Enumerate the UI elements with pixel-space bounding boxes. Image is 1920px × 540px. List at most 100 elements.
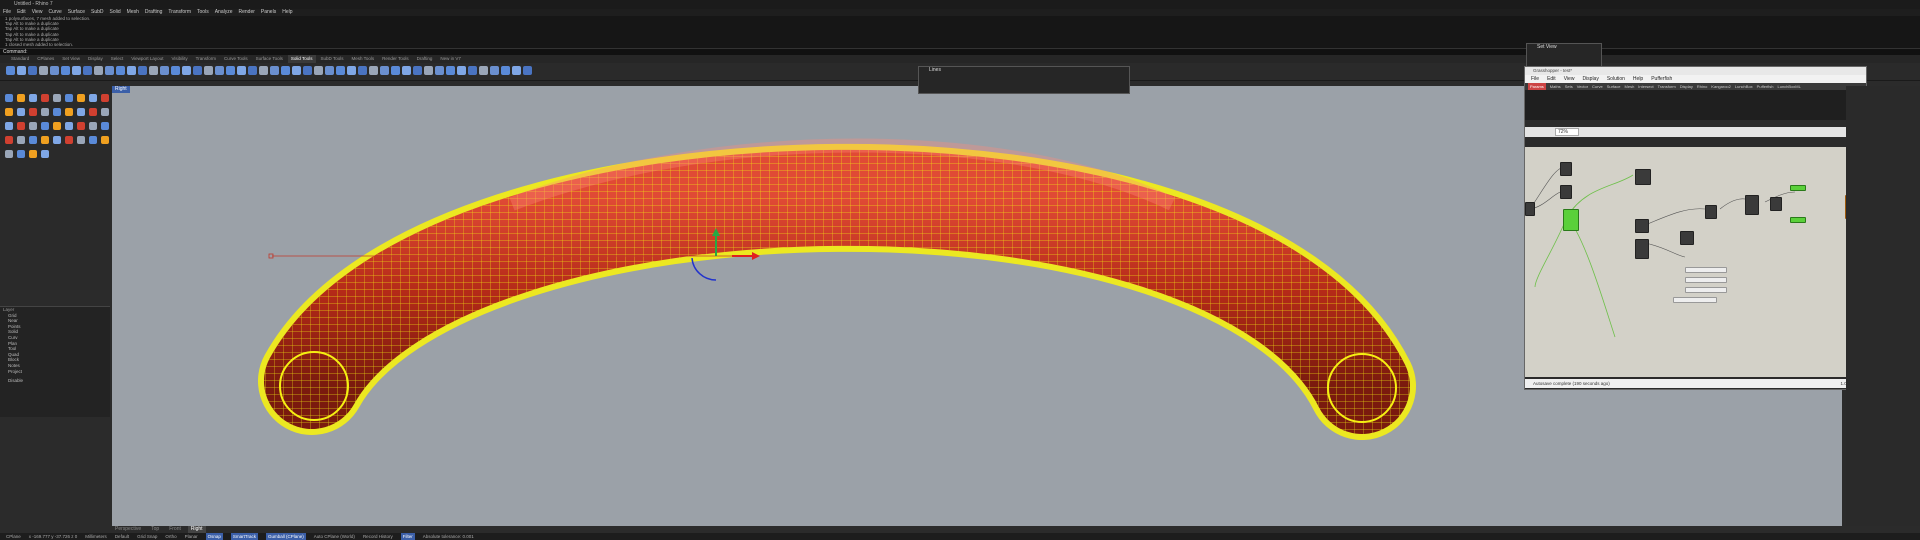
tool-icon[interactable] (53, 122, 61, 130)
tool-icon[interactable] (457, 66, 466, 75)
tool-icon[interactable] (17, 94, 25, 102)
tool-icon[interactable] (446, 66, 455, 75)
tool-icon[interactable] (50, 66, 59, 75)
gh-menu-edit[interactable]: Edit (1547, 75, 1556, 83)
status-grid-snap[interactable]: Grid Snap (137, 533, 157, 540)
tool-icon[interactable] (523, 66, 532, 75)
tool-icon[interactable] (468, 66, 477, 75)
tool-icon[interactable] (270, 66, 279, 75)
gh-node[interactable] (1525, 202, 1535, 216)
gh-node[interactable] (1745, 195, 1759, 215)
gh-node[interactable] (1680, 231, 1694, 245)
tool-icon[interactable] (512, 66, 521, 75)
tab-surface-tools[interactable]: Surface Tools (253, 55, 286, 63)
tool-icon[interactable] (65, 108, 73, 116)
tool-icon[interactable] (65, 94, 73, 102)
tool-icon[interactable] (101, 108, 109, 116)
tab-perspective[interactable]: Perspective (112, 526, 144, 533)
status-cplane[interactable]: CPlane (6, 533, 21, 540)
gh-tab-vector[interactable]: Vector (1577, 83, 1588, 90)
menu-tools[interactable]: Tools (197, 9, 209, 16)
tab-visibility[interactable]: Visibility (168, 55, 190, 63)
tool-icon[interactable] (17, 150, 25, 158)
menu-panels[interactable]: Panels (261, 9, 276, 16)
tool-icon[interactable] (369, 66, 378, 75)
gh-tab-surface[interactable]: Surface (1607, 83, 1621, 90)
tool-icon[interactable] (41, 136, 49, 144)
tool-icon[interactable] (149, 66, 158, 75)
tool-icon[interactable] (77, 94, 85, 102)
gh-tab-kangaroo2[interactable]: Kangaroo2 (1711, 83, 1731, 90)
tab-subd-tools[interactable]: SubD Tools (318, 55, 347, 63)
menu-file[interactable]: File (3, 9, 11, 16)
tool-icon[interactable] (105, 66, 114, 75)
gh-node[interactable] (1635, 219, 1649, 233)
tool-icon[interactable] (89, 94, 97, 102)
gh-tab-pufferfish[interactable]: Pufferfish (1757, 83, 1774, 90)
tool-icon[interactable] (226, 66, 235, 75)
status-record-history[interactable]: Record History (363, 533, 393, 540)
tool-icon[interactable] (193, 66, 202, 75)
tool-icon[interactable] (5, 122, 13, 130)
menu-edit[interactable]: Edit (17, 9, 26, 16)
tool-icon[interactable] (215, 66, 224, 75)
status-osnap[interactable]: Osnap (205, 533, 223, 540)
tool-icon[interactable] (39, 66, 48, 75)
tab-mesh-tools[interactable]: Mesh Tools (348, 55, 377, 63)
tool-icon[interactable] (402, 66, 411, 75)
tool-icon[interactable] (29, 94, 37, 102)
menu-view[interactable]: View (32, 9, 43, 16)
tab-standard[interactable]: Standard (8, 55, 32, 63)
gh-node[interactable] (1635, 239, 1649, 259)
gh-tab-transform[interactable]: Transform (1658, 83, 1676, 90)
menu-surface[interactable]: Surface (68, 9, 85, 16)
tool-icon[interactable] (89, 136, 97, 144)
gh-slider[interactable] (1685, 287, 1727, 293)
tool-icon[interactable] (53, 108, 61, 116)
tool-icon[interactable] (77, 108, 85, 116)
tool-icon[interactable] (5, 150, 13, 158)
gh-menu-file[interactable]: File (1531, 75, 1539, 83)
tab-solid-tools[interactable]: Solid Tools (287, 55, 316, 63)
tool-icon[interactable] (53, 136, 61, 144)
menu-solid[interactable]: Solid (110, 9, 121, 16)
status-units[interactable]: Millimeters (85, 533, 107, 540)
menu-analyze[interactable]: Analyze (215, 9, 233, 16)
tool-icon[interactable] (6, 66, 15, 75)
tool-icon[interactable] (435, 66, 444, 75)
tool-icon[interactable] (5, 94, 13, 102)
tool-icon[interactable] (479, 66, 488, 75)
tool-icon[interactable] (204, 66, 213, 75)
gh-menu-display[interactable]: Display (1582, 75, 1598, 83)
tab-curve-tools[interactable]: Curve Tools (221, 55, 251, 63)
tool-icon[interactable] (61, 66, 70, 75)
tool-icon[interactable] (101, 122, 109, 130)
tool-icon[interactable] (281, 66, 290, 75)
tab-new-in-v7[interactable]: New in V7 (437, 55, 464, 63)
tool-icon[interactable] (65, 136, 73, 144)
tool-icon[interactable] (101, 136, 109, 144)
tab-display[interactable]: Display (85, 55, 106, 63)
tab-set-view[interactable]: Set View (59, 55, 83, 63)
tool-icon[interactable] (28, 66, 37, 75)
tool-icon[interactable] (380, 66, 389, 75)
menu-help[interactable]: Help (282, 9, 292, 16)
tool-icon[interactable] (72, 66, 81, 75)
gh-tab-lunchboxml[interactable]: LunchBoxML (1778, 83, 1801, 90)
tool-icon[interactable] (391, 66, 400, 75)
gh-tab-intersect[interactable]: Intersect (1638, 83, 1653, 90)
tool-icon[interactable] (5, 108, 13, 116)
tool-icon[interactable] (138, 66, 147, 75)
tool-icon[interactable] (41, 108, 49, 116)
tool-icon[interactable] (17, 66, 26, 75)
tool-icon[interactable] (347, 66, 356, 75)
gh-tab-rhino[interactable]: Rhino (1697, 83, 1707, 90)
gh-node[interactable] (1770, 197, 1782, 211)
gh-tab-display[interactable]: Display (1680, 83, 1693, 90)
gh-node[interactable] (1560, 162, 1572, 176)
tab-front[interactable]: Front (166, 526, 184, 533)
menu-curve[interactable]: Curve (48, 9, 61, 16)
tool-icon[interactable] (29, 108, 37, 116)
gh-menu-solution[interactable]: Solution (1607, 75, 1625, 83)
tool-icon[interactable] (29, 122, 37, 130)
